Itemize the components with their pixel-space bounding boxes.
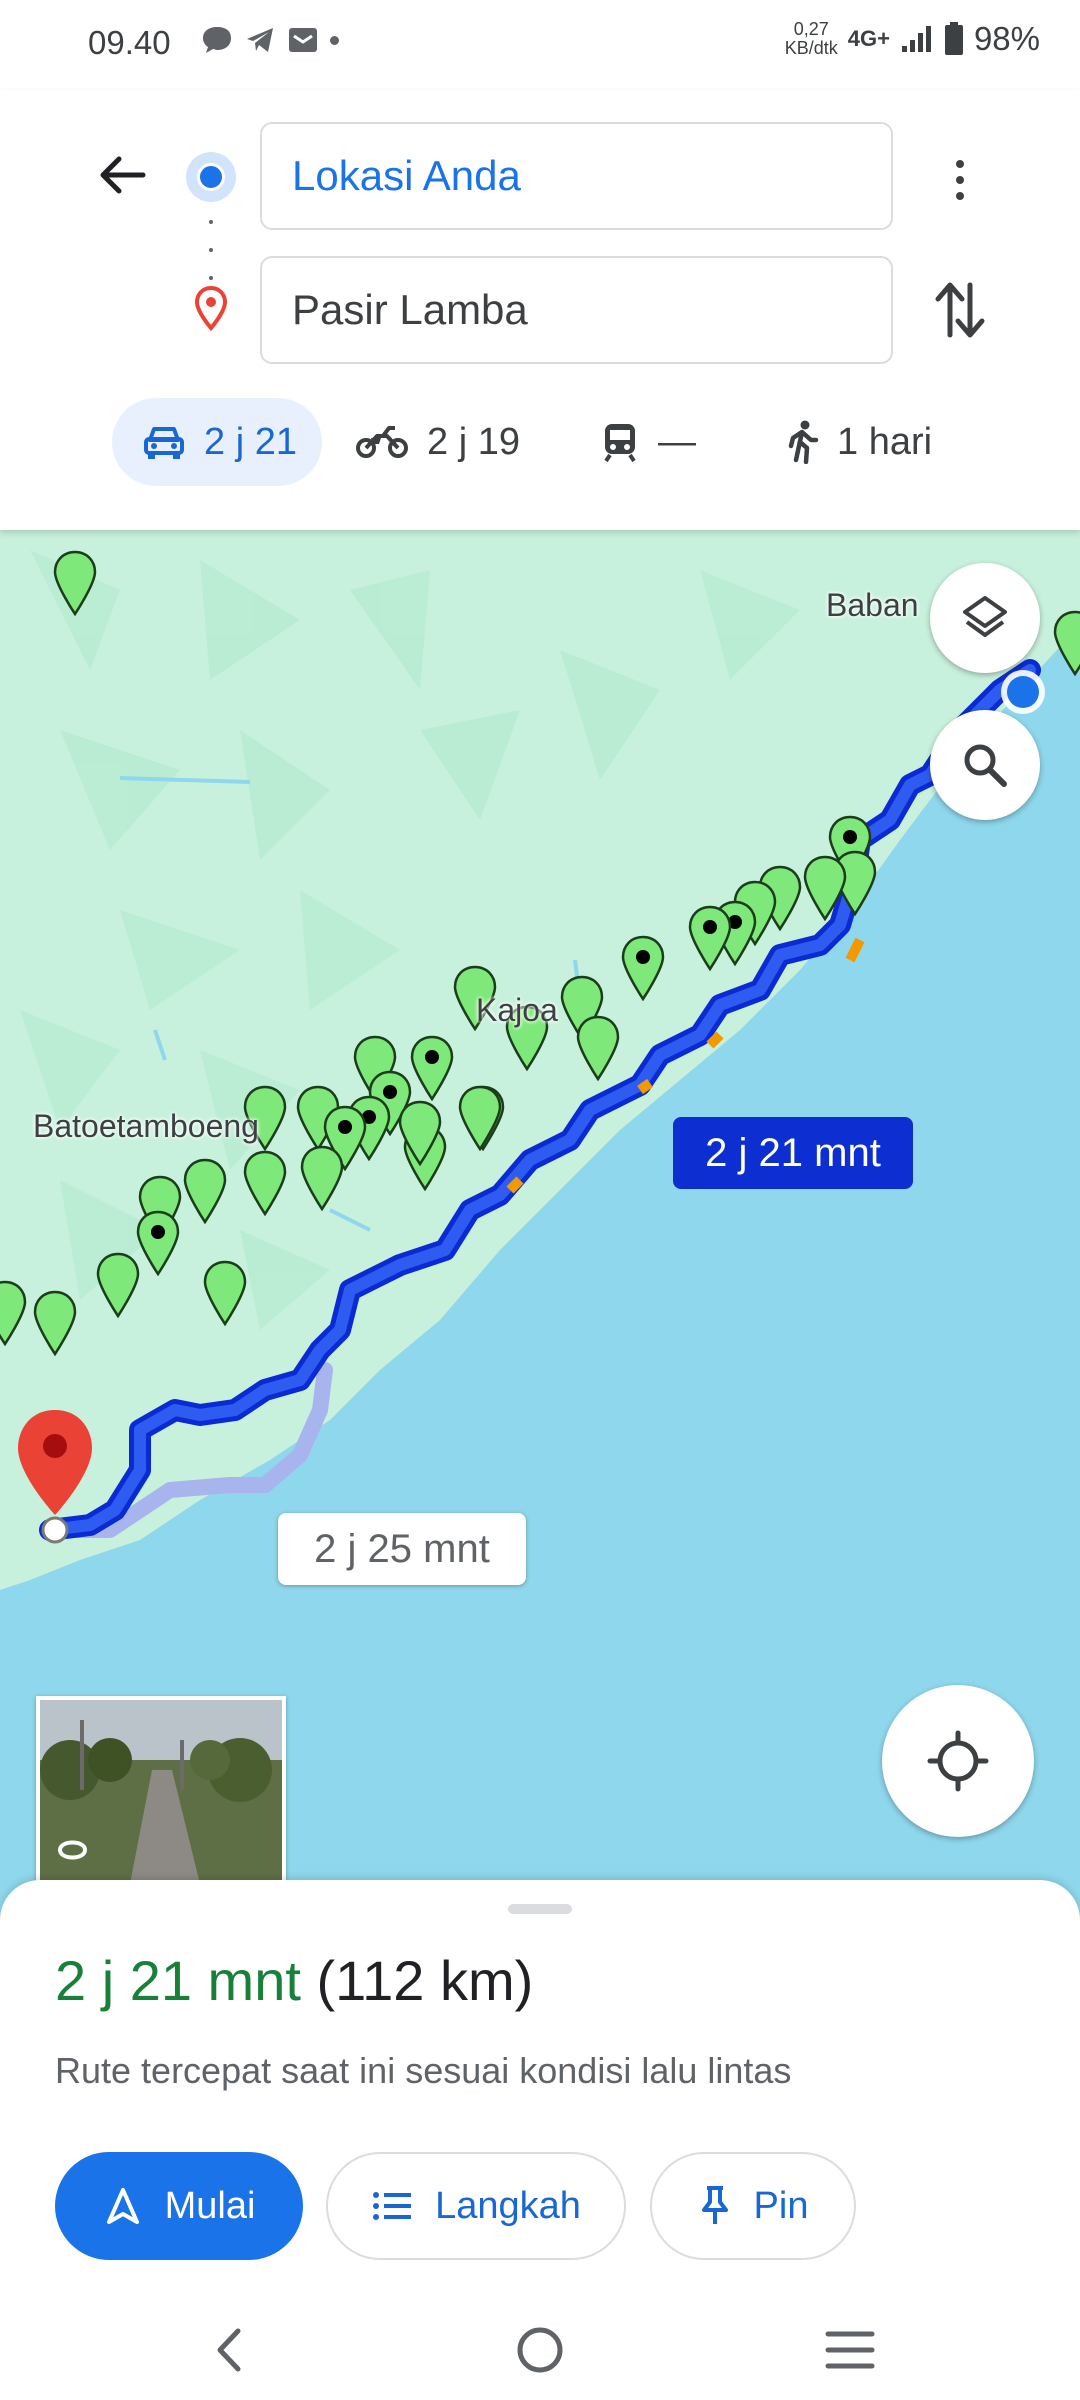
- steps-label: Langkah: [435, 2184, 581, 2227]
- nav-back-button[interactable]: [190, 2320, 270, 2380]
- network-speed-value: 0,27: [793, 19, 829, 39]
- notification-icons: [200, 24, 339, 56]
- mode-walk[interactable]: 1 hari: [785, 398, 932, 486]
- swap-button[interactable]: [930, 275, 990, 345]
- origin-field[interactable]: Lokasi Anda: [260, 122, 893, 230]
- directions-header: Lokasi Anda Pasir Lamba 2 j 21 2 j 19 — …: [0, 90, 1080, 530]
- travel-modes: 2 j 21 2 j 19 — 1 hari: [0, 398, 1080, 488]
- nav-home-icon: [517, 2327, 563, 2373]
- nav-back-icon: [217, 2328, 241, 2372]
- chat-bubble-icon: [203, 27, 231, 53]
- destination-pin-icon: [193, 285, 229, 336]
- place-label-batoetamboeng: Batoetamboeng: [33, 1108, 259, 1144]
- nav-recents-icon: [825, 2331, 875, 2369]
- swap-vertical-icon: [935, 282, 985, 338]
- my-location-button[interactable]: [882, 1685, 1034, 1837]
- telegram-icon: [247, 28, 273, 52]
- list-icon: [373, 2192, 412, 2220]
- place-label-kajoa: Kajoa: [476, 992, 558, 1028]
- search-icon: [964, 744, 1007, 787]
- mode-transit-time: —: [658, 420, 696, 463]
- route-distance: (112 km): [316, 1949, 534, 2012]
- mode-walk-time: 1 hari: [837, 420, 933, 463]
- network-speed: 0,27 KB/dtk: [785, 20, 838, 58]
- route-description: Rute tercepat saat ini sesuai kondisi la…: [55, 2050, 792, 2091]
- mode-motorcycle-time: 2 j 19: [427, 420, 520, 463]
- mail-icon: [289, 28, 317, 52]
- route-summary: 2 j 21 mnt (112 km): [55, 1948, 533, 2013]
- primary-route-label[interactable]: 2 j 21 mnt: [673, 1117, 913, 1189]
- battery-percent: 98%: [973, 20, 1040, 57]
- pin-icon: [701, 2186, 728, 2224]
- start-navigation-button[interactable]: Mulai: [55, 2152, 303, 2260]
- status-right: 0,27 KB/dtk 4G+ 98%: [785, 20, 1040, 58]
- route-summary-sheet[interactable]: 2 j 21 mnt (112 km) Rute tercepat saat i…: [0, 1880, 1080, 2300]
- start-label: Mulai: [164, 2184, 256, 2227]
- signal-icon: [901, 26, 931, 52]
- navigation-arrow-icon: [106, 2188, 139, 2224]
- walk-icon: [788, 420, 819, 464]
- route-connector: [209, 220, 213, 280]
- battery-icon: [944, 22, 963, 55]
- street-view-thumbnail[interactable]: [36, 1696, 286, 1888]
- more-notifications-dot: [330, 35, 339, 45]
- status-bar: 09.40 0,27 KB/dtk 4G+ 98%: [0, 0, 1080, 90]
- system-navigation-bar: [0, 2300, 1080, 2400]
- steps-button[interactable]: Langkah: [326, 2152, 626, 2260]
- network-type: 4G+: [847, 26, 890, 51]
- car-icon: [144, 427, 184, 459]
- arrow-back-icon: [100, 156, 146, 194]
- drag-handle[interactable]: [508, 1904, 572, 1914]
- mode-motorcycle[interactable]: 2 j 19: [355, 398, 520, 486]
- current-location-dot: [1007, 676, 1039, 708]
- place-label-baban: Baban: [826, 587, 919, 623]
- train-icon: [604, 424, 636, 463]
- mode-car[interactable]: 2 j 21: [112, 398, 322, 486]
- search-along-route-button[interactable]: [930, 710, 1040, 820]
- nav-recents-button[interactable]: [810, 2320, 890, 2380]
- origin-dot-icon: [186, 152, 236, 202]
- more-options-button[interactable]: [935, 150, 985, 210]
- status-time: 09.40: [88, 24, 171, 61]
- crosshair-location-icon: [927, 1730, 989, 1792]
- layers-button[interactable]: [930, 563, 1040, 673]
- pin-button[interactable]: Pin: [650, 2152, 856, 2260]
- network-speed-unit: KB/dtk: [784, 38, 838, 58]
- destination-field[interactable]: Pasir Lamba: [260, 256, 893, 364]
- route-duration: 2 j 21 mnt: [55, 1949, 301, 2012]
- mode-car-time: 2 j 21: [204, 420, 297, 463]
- nav-home-button[interactable]: [500, 2320, 580, 2380]
- back-button[interactable]: [92, 145, 152, 205]
- map-view[interactable]: Baban Kajoa Batoetamboeng 2 j 21 mnt 2 j…: [0, 530, 1080, 1920]
- mode-transit[interactable]: —: [600, 398, 696, 486]
- motorcycle-icon: [356, 426, 408, 458]
- pin-label: Pin: [753, 2184, 809, 2227]
- layers-icon: [963, 596, 1007, 637]
- alternate-route-label[interactable]: 2 j 25 mnt: [278, 1513, 526, 1585]
